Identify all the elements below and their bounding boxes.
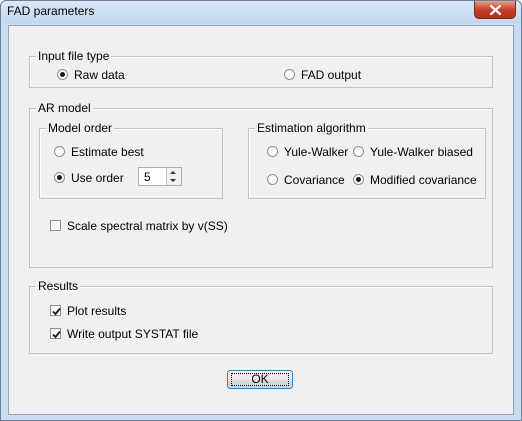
radio-indicator [353, 174, 364, 185]
ok-button[interactable]: OK [227, 370, 293, 389]
checkmark-icon [52, 307, 61, 316]
ok-label: OK [251, 372, 269, 386]
plot-results-label: Plot results [67, 304, 127, 318]
close-icon [490, 5, 501, 15]
scale-spectral-label: Scale spectral matrix by v(SS) [67, 219, 228, 233]
input-file-type-group: Input file type Raw data FAD output [29, 49, 493, 88]
modified-covariance-label: Modified covariance [370, 173, 477, 187]
checkbox-indicator [50, 305, 61, 316]
spin-down-icon[interactable] [170, 179, 176, 182]
covariance-label: Covariance [284, 173, 345, 187]
checkbox-indicator [50, 220, 61, 231]
radio-indicator [267, 146, 278, 157]
fad-parameters-window: FAD parameters Input file type Raw data … [0, 0, 522, 421]
estimation-algorithm-label: Estimation algorithm [255, 121, 368, 135]
radio-indicator [54, 146, 65, 157]
raw-data-label: Raw data [74, 68, 125, 82]
fad-output-label: FAD output [301, 68, 362, 82]
model-order-label: Model order [46, 121, 115, 135]
checkbox-indicator [50, 328, 61, 339]
results-label: Results [36, 279, 81, 293]
yule-walker-label: Yule-Walker [284, 145, 349, 159]
radio-indicator [54, 172, 65, 183]
checkmark-icon [52, 330, 61, 339]
spin-up-icon[interactable] [170, 171, 176, 174]
estimation-algorithm-group: Estimation algorithm Yule-Walker Yule-Wa… [248, 121, 486, 199]
radio-indicator [284, 69, 295, 80]
ar-model-group: AR model Model order Estimate best Use o… [29, 101, 493, 268]
radio-indicator [57, 69, 68, 80]
order-value: 5 [144, 170, 151, 184]
results-group: Results Plot results Write output SYSTAT… [29, 279, 493, 354]
radio-indicator [353, 146, 364, 157]
title-bar[interactable]: FAD parameters [1, 1, 521, 23]
input-file-type-label: Input file type [36, 49, 112, 63]
order-spinbox[interactable]: 5 [138, 167, 182, 186]
radio-indicator [267, 174, 278, 185]
write-output-label: Write output SYSTAT file [67, 327, 199, 341]
dialog-body: Input file type Raw data FAD output AR m… [8, 25, 514, 415]
model-order-group: Model order Estimate best Use order 5 [39, 121, 223, 199]
spin-buttons[interactable] [166, 168, 181, 185]
ar-model-label: AR model [36, 101, 93, 115]
window-title: FAD parameters [7, 4, 95, 18]
yule-walker-biased-label: Yule-Walker biased [370, 145, 473, 159]
close-button[interactable] [474, 1, 516, 19]
use-order-label: Use order [71, 171, 124, 185]
estimate-best-label: Estimate best [71, 145, 144, 159]
